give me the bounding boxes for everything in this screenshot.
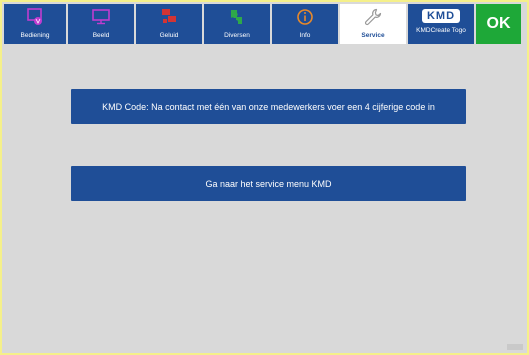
wrench-icon: [363, 4, 383, 30]
tab-service[interactable]: Service: [340, 4, 406, 44]
top-tab-bar: Bediening Beeld Geluid Diversen Info Ser…: [4, 4, 525, 44]
tab-label: Geluid: [159, 32, 179, 39]
speaker-icon: [159, 4, 179, 30]
tab-label: KMDCreate Togo: [416, 27, 466, 34]
service-menu-label: Ga naar het service menu KMD: [205, 178, 332, 189]
tab-bediening[interactable]: Bediening: [4, 4, 66, 44]
hand-touch-icon: [25, 4, 45, 30]
tab-label: Service: [361, 32, 385, 39]
tab-info[interactable]: Info: [272, 4, 338, 44]
monitor-icon: [91, 4, 111, 30]
corner-mark: [507, 344, 523, 350]
kmd-logo-badge: KMD: [421, 9, 461, 23]
puzzle-icon: [227, 4, 247, 30]
ok-button[interactable]: OK: [476, 4, 521, 44]
tab-kmdcreate-togo[interactable]: KMD KMDCreate Togo: [408, 4, 474, 44]
kmd-code-field[interactable]: KMD Code: Na contact met één van onze me…: [71, 89, 466, 124]
tab-label: Diversen: [224, 32, 250, 39]
tab-beeld[interactable]: Beeld: [68, 4, 134, 44]
service-menu-button[interactable]: Ga naar het service menu KMD: [71, 166, 466, 201]
tab-label: Bediening: [20, 32, 50, 39]
kmd-code-text: KMD Code: Na contact met één van onze me…: [102, 101, 435, 112]
tab-geluid[interactable]: Geluid: [136, 4, 202, 44]
info-icon: [295, 4, 315, 30]
ok-label: OK: [486, 15, 511, 32]
tab-diversen[interactable]: Diversen: [204, 4, 270, 44]
tab-label: Info: [299, 32, 311, 39]
tab-label: Beeld: [92, 32, 110, 39]
